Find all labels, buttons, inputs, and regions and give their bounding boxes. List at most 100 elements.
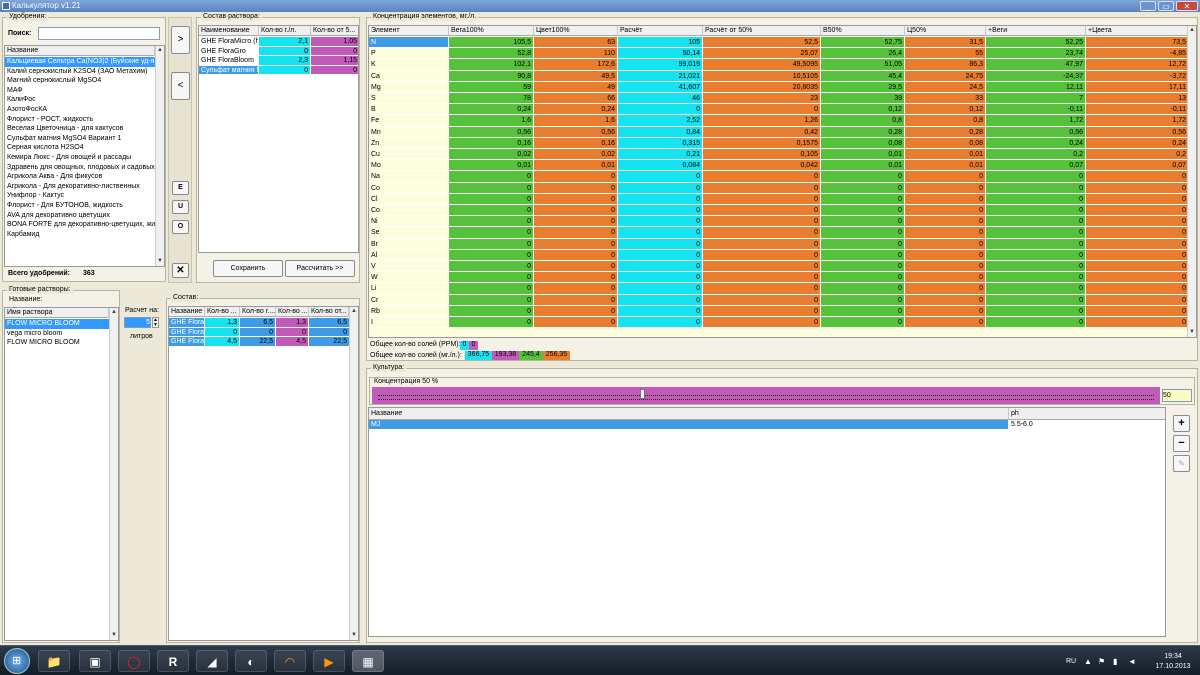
scroll-up-icon[interactable]: ▲ — [156, 46, 164, 55]
solution-cell[interactable]: 0 — [259, 46, 311, 57]
calculator-app-icon[interactable]: ▦ — [352, 650, 384, 672]
composition-cell[interactable]: 4,5 — [205, 337, 240, 347]
concentration-cell[interactable]: Cr — [369, 294, 449, 306]
media-player-icon[interactable]: ▶ — [313, 650, 345, 672]
fertilizer-list-item[interactable]: Калий сернокислый K2SO4 (ЗАО Метахим) — [5, 67, 155, 77]
fertilizer-list-item[interactable]: Карбамид — [5, 230, 155, 240]
column-header-culture-name[interactable]: Название — [369, 408, 1009, 420]
fertilizer-list-item[interactable]: Здравень для овощных, плодовых и садовых… — [5, 163, 155, 173]
solution-cell[interactable]: 1,15 — [311, 56, 358, 66]
culture-cell-ph[interactable]: 5.5-6.0 — [1009, 420, 1165, 430]
column-header-plus-vegi[interactable]: +Веги — [986, 26, 1086, 36]
composition-cell[interactable]: 22,5 — [240, 337, 276, 347]
u-button[interactable]: U — [172, 200, 189, 214]
fertilizer-list-item[interactable]: Флорист - РОСТ, жидкость — [5, 115, 155, 125]
concentration-cell[interactable]: Br — [369, 238, 449, 250]
clear-button[interactable]: ✕ — [172, 263, 189, 278]
fertilizer-list-item[interactable]: АзотоФосКА — [5, 105, 155, 115]
column-header-amount-1[interactable]: Кол-во ... — [205, 307, 240, 317]
fertilizer-list-item[interactable]: Серная кислота H2SO4 — [5, 143, 155, 153]
concentration-cell[interactable]: S — [369, 93, 449, 105]
concentration-cell[interactable]: Na — [369, 171, 449, 183]
column-header-tsvet100[interactable]: Цвет100% — [534, 26, 618, 36]
e-button[interactable]: E — [172, 181, 189, 195]
column-header-vega100[interactable]: Вега100% — [449, 26, 534, 36]
fertilizer-list-item[interactable]: Сульфат магния MgSO4 Вариант 1 — [5, 134, 155, 144]
opera-icon[interactable]: ◯ — [118, 650, 150, 672]
concentration-value-input[interactable] — [1162, 389, 1192, 402]
column-header-amount-2[interactable]: Кол-во г.... — [240, 307, 276, 317]
close-window-button[interactable]: ✕ — [1176, 1, 1198, 11]
fertilizer-list-item[interactable]: МАФ — [5, 86, 155, 96]
ready-solution-item[interactable]: FLOW MICRO BLOOM — [5, 319, 109, 329]
r-icon[interactable]: R — [157, 650, 189, 672]
fertilizer-list-item[interactable]: AVA для декоративно цветущих — [5, 211, 155, 221]
concentration-table[interactable]: Элемент Вега100% Цвет100% Расчёт Расчёт … — [368, 25, 1197, 338]
clock-date[interactable]: 17.10.2013 — [1152, 663, 1194, 670]
scroll-down-icon[interactable]: ▼ — [1188, 328, 1196, 337]
edit-culture-button[interactable]: ✎ — [1173, 455, 1190, 472]
add-culture-button[interactable]: + — [1173, 415, 1190, 432]
concentration-scrollbar[interactable]: ▲ ▼ — [1187, 26, 1196, 337]
composition-cell[interactable]: 0 — [276, 327, 309, 338]
clock-time[interactable]: 19:34 — [1152, 653, 1194, 660]
maximize-button[interactable]: ▭ — [1158, 1, 1174, 11]
concentration-cell[interactable]: Mo — [369, 160, 449, 172]
concentration-cell[interactable]: Se — [369, 227, 449, 239]
composition-cell[interactable]: GHE Floral — [169, 327, 205, 338]
concentration-cell[interactable]: Co — [369, 182, 449, 194]
fertilizer-list-item[interactable]: Магний сернокислый MgSO4 — [5, 76, 155, 86]
concentration-cell[interactable]: Ni — [369, 216, 449, 228]
solution-cell[interactable]: GHE FloraGro — [199, 46, 259, 57]
solution-cell[interactable]: Сульфат магния M — [199, 65, 259, 76]
fertilizer-list-item[interactable]: Агрикола Аква - Для фикусов — [5, 172, 155, 182]
fertilizer-list-item[interactable]: BONA FORTE для декоративно-цветущих, жид… — [5, 220, 155, 230]
composition-cell[interactable]: 22,5 — [309, 337, 350, 347]
remove-culture-button[interactable]: − — [1173, 435, 1190, 452]
concentration-cell[interactable]: P — [369, 48, 449, 60]
concentration-cell[interactable]: V — [369, 261, 449, 273]
explorer-icon[interactable]: 📁 — [38, 650, 70, 672]
concentration-cell[interactable]: K — [369, 59, 449, 71]
solution-cell[interactable]: 2,3 — [259, 56, 311, 66]
network-icon[interactable]: ▮ — [1113, 657, 1117, 666]
concentration-cell[interactable]: Mn — [369, 126, 449, 138]
column-header-amount-4[interactable]: Кол-во от... — [309, 307, 349, 317]
column-header-name[interactable]: Название — [5, 46, 155, 56]
concentration-cell[interactable]: Zn — [369, 137, 449, 149]
volume-icon[interactable]: ◄ — [1128, 657, 1136, 666]
fertilizer-list-item[interactable]: Кемира Люкс - Для овощей и рассады — [5, 153, 155, 163]
concentration-cell[interactable]: Ca — [369, 70, 449, 82]
add-to-solution-button[interactable]: > — [171, 26, 190, 54]
tray-arrow-icon[interactable]: ▲ — [1084, 657, 1092, 666]
concentration-cell[interactable]: Al — [369, 249, 449, 261]
vegetable-icon[interactable]: ◐ — [235, 650, 267, 672]
column-header-name[interactable]: Название — [169, 307, 205, 317]
save-button[interactable]: Сохранить — [213, 260, 283, 277]
scroll-down-icon[interactable]: ▼ — [350, 631, 358, 640]
solution-cell[interactable]: GHE FloraBloom — [199, 56, 259, 66]
composition-cell[interactable]: 0 — [205, 327, 240, 338]
scroll-up-icon[interactable]: ▲ — [1188, 26, 1196, 35]
composition-cell[interactable]: 0 — [309, 327, 350, 338]
column-header-calc50[interactable]: Расчёт от 50% — [703, 26, 821, 36]
column-header-element[interactable]: Элемент — [369, 26, 449, 36]
composition-cell[interactable]: 0 — [240, 327, 276, 338]
liters-stepper[interactable]: ▲ ▼ — [152, 317, 159, 328]
language-indicator[interactable]: RU — [1066, 658, 1076, 665]
concentration-slider[interactable] — [372, 387, 1160, 404]
solution-cell[interactable]: GHE FloraMicro (ha — [199, 37, 259, 47]
concentration-cell[interactable]: B — [369, 104, 449, 116]
liters-input[interactable] — [124, 317, 151, 328]
composition-cell[interactable]: GHE Floral — [169, 337, 205, 347]
concentration-cell[interactable]: Cu — [369, 149, 449, 161]
concentration-cell[interactable]: Co — [369, 205, 449, 217]
o-button[interactable]: O — [172, 220, 189, 234]
solution-cell[interactable]: 0 — [311, 46, 358, 57]
column-header-ph[interactable]: ph — [1009, 408, 1165, 420]
composition-table[interactable]: Название Кол-во ... Кол-во г.... Кол-во … — [168, 306, 359, 641]
terminal-icon[interactable]: ▣ — [79, 650, 111, 672]
composition-scrollbar[interactable]: ▲ ▼ — [349, 307, 358, 640]
composition-cell[interactable]: 6,5 — [240, 318, 276, 328]
composition-cell[interactable]: 4,5 — [276, 337, 309, 347]
